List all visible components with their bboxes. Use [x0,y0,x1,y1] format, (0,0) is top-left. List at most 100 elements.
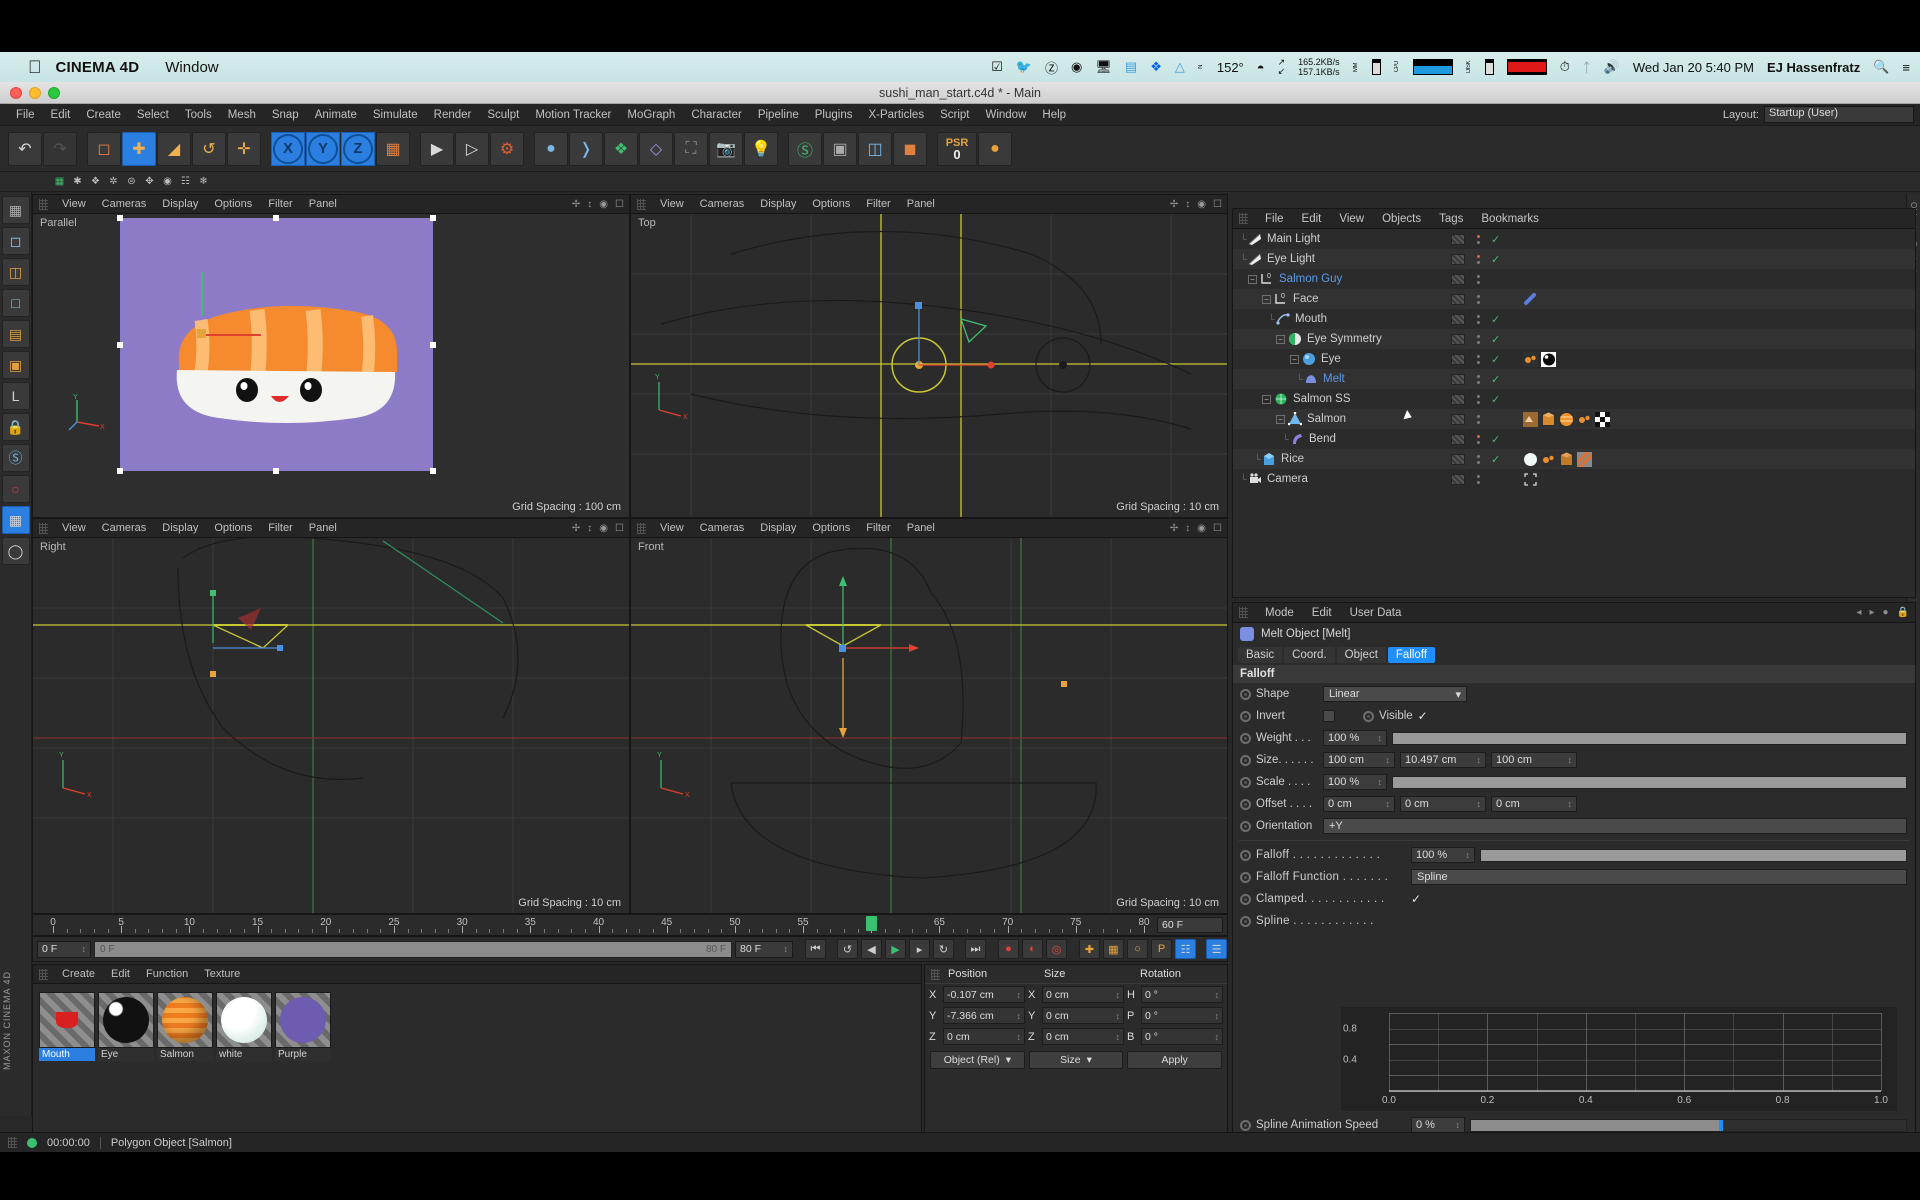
clamped-anim-icon[interactable] [1240,893,1251,905]
layer-color-swatch[interactable] [1451,393,1465,405]
vp3-menu-display[interactable]: Display [154,522,206,534]
forward-icon[interactable]: ▸ [1869,607,1874,618]
enable-checkmark-icon[interactable]: ✓ [1491,253,1503,266]
menu-mesh[interactable]: Mesh [220,104,264,126]
object-name[interactable]: Salmon [1307,413,1346,425]
spinner-icon[interactable]: ↕ [1116,990,1121,1000]
snap-spline-icon[interactable]: ⊜ [124,174,139,189]
enable-checkmark-icon[interactable]: ✓ [1491,453,1503,466]
layer-color-swatch[interactable] [1451,453,1465,465]
selection-handle[interactable] [273,468,279,474]
object-name[interactable]: Eye Light [1267,253,1315,265]
layer-color-swatch[interactable] [1451,373,1465,385]
selection-handle[interactable] [117,468,123,474]
viewport-right-canvas[interactable]: Right Y X Grid Spacing: 10 cm [33,538,629,913]
notification-center-icon[interactable]: ≡ [1902,60,1910,75]
expand-collapse-icon[interactable]: − [1248,274,1257,284]
point-mode-icon[interactable]: ◻ [1,227,30,255]
material-item[interactable]: Mouth [39,992,95,1061]
spinner-icon[interactable]: ↕ [1116,1032,1121,1042]
object-tree-row[interactable]: − Eye ✓ [1233,349,1915,369]
object-name[interactable]: Eye Symmetry [1307,333,1382,345]
visibility-dots[interactable] [1473,354,1483,364]
snap-enable-icon[interactable]: ▦ [52,174,67,189]
menu-create[interactable]: Create [78,104,129,126]
menu-x-particles[interactable]: X-Particles [860,104,932,126]
visibility-dots[interactable] [1473,394,1483,404]
tab-falloff[interactable]: Falloff [1387,647,1436,663]
spinner-icon[interactable]: ↕ [1017,1032,1022,1042]
bend-icon[interactable] [1290,432,1304,446]
light-icon[interactable] [1248,232,1262,246]
pan-icon[interactable]: ✢ [1170,199,1178,210]
vp2-menu-panel[interactable]: Panel [899,198,943,210]
edge-mode-icon[interactable]: ◫ [1,258,30,286]
previous-key-button[interactable]: ↺ [837,939,858,959]
cursor-tool-button[interactable]: ✛ [227,131,261,166]
coord-mode-select[interactable]: Object (Rel) ▾ [930,1051,1025,1069]
enable-checkmark-icon[interactable]: ✓ [1491,373,1503,386]
vp3-menu-options[interactable]: Options [206,522,260,534]
checkbox-circle-icon[interactable]: ☑ [991,59,1003,75]
expand-collapse-icon[interactable]: − [1276,334,1285,344]
subsurf-icon[interactable] [1274,392,1288,406]
menu-script[interactable]: Script [932,104,977,126]
drag-handle-icon[interactable] [1239,213,1248,224]
drive-icon[interactable]: △ [1175,59,1185,75]
object-menu-bookmarks[interactable]: Bookmarks [1472,213,1548,225]
mac-datetime[interactable]: Wed Jan 20 5:40 PM [1633,60,1754,75]
coord-size-field[interactable]: 0 cm ↕ [1042,986,1124,1003]
rotate-view-icon[interactable]: ◉ [599,199,608,210]
offset-y-field[interactable]: 0 cm ↕ [1400,796,1486,812]
weight-anim-icon[interactable] [1240,732,1251,744]
play-button[interactable]: ▶ [885,939,906,959]
layer-color-swatch[interactable] [1451,473,1465,485]
enable-checkmark-icon[interactable]: ✓ [1491,313,1503,326]
drag-handle-icon[interactable] [39,198,48,210]
timeline-scrub-bar[interactable]: 0 F 80 F [94,940,732,958]
zoom-icon[interactable]: ↕ [1185,523,1190,534]
coord-position-field[interactable]: -7.366 cm ↕ [943,1007,1025,1024]
enable-checkmark-icon[interactable]: ✓ [1491,233,1503,246]
vp2-menu-options[interactable]: Options [804,198,858,210]
drag-handle-icon[interactable] [931,968,940,980]
menu-edit[interactable]: Edit [43,104,79,126]
menu-tools[interactable]: Tools [177,104,220,126]
undo-button[interactable]: ↶ [8,131,42,166]
record-active-objects-button[interactable]: ● [998,939,1019,959]
object-name[interactable]: Face [1293,293,1319,305]
layer-color-swatch[interactable] [1451,333,1465,345]
visible-checkmark-icon[interactable]: ✓ [1418,709,1428,723]
spline-icon[interactable] [1276,312,1290,326]
object-tree-row[interactable]: − 0 Salmon Guy [1233,269,1915,289]
layer-color-swatch[interactable] [1451,433,1465,445]
menu-sculpt[interactable]: Sculpt [479,104,527,126]
rotate-tool-button[interactable]: ↺ [192,131,226,166]
attr-menu-user-data[interactable]: User Data [1341,607,1411,619]
scale-field[interactable]: 100 % ↕ [1323,774,1387,790]
axis-gizmo-y[interactable] [201,272,203,316]
polygon-icon[interactable] [1288,412,1302,426]
deformer-button[interactable]: ◇ [639,131,673,166]
vp4-menu-options[interactable]: Options [804,522,858,534]
material-preview[interactable] [275,992,331,1048]
render-view-button[interactable]: ▶ [420,131,454,166]
selection-handle[interactable] [430,468,436,474]
materials-button[interactable]: ◼ [893,131,927,166]
timeline-playhead[interactable] [866,916,878,931]
cloner-button[interactable]: ▣ [823,131,857,166]
visibility-dots[interactable] [1473,414,1483,424]
rotate-view-icon[interactable]: ◉ [1197,523,1206,534]
coord-position-field[interactable]: 0 cm ↕ [943,1028,1025,1045]
layer-color-swatch[interactable] [1451,313,1465,325]
vp3-menu-view[interactable]: View [54,522,94,534]
material-item[interactable]: white [216,992,272,1061]
zoom-icon[interactable]: ↕ [587,523,592,534]
lock-icon[interactable]: 🔒 [1897,607,1909,618]
snap-vertex-icon[interactable]: ✱ [70,174,85,189]
material-item[interactable]: Salmon [157,992,213,1061]
vp3-menu-filter[interactable]: Filter [260,522,300,534]
tag-mat-orange-icon[interactable] [1523,351,1538,367]
go-to-start-button[interactable]: ⏮ [805,939,826,959]
object-name[interactable]: Melt [1323,373,1345,385]
